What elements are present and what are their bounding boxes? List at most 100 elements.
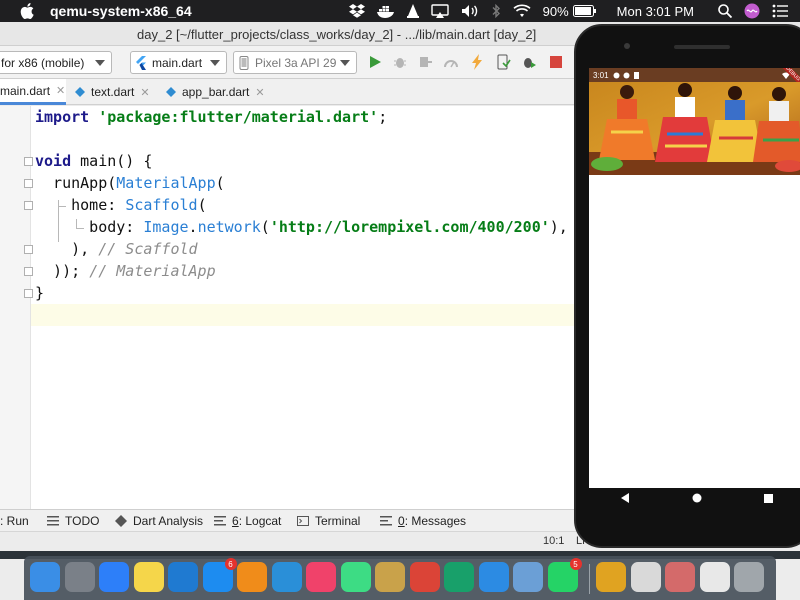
code-line[interactable]: ), // Scaffold [35, 238, 197, 260]
apply-changes-icon[interactable] [496, 54, 512, 70]
hot-reload-icon[interactable] [469, 54, 485, 70]
android-status-time: 3:01 [593, 70, 609, 80]
app-store-icon[interactable]: 6 [202, 558, 237, 592]
notification-badge: 6 [224, 558, 237, 570]
code-line[interactable]: } [35, 282, 44, 304]
tab-main-dart[interactable]: main.dart ✕ [0, 79, 66, 105]
close-icon[interactable]: ✕ [255, 86, 264, 99]
photos-icon[interactable] [665, 562, 695, 592]
recents-icon[interactable] [764, 490, 773, 508]
dropbox-icon[interactable] [348, 4, 365, 18]
code-line[interactable]: )); // MaterialApp [35, 260, 216, 282]
fold-toggle-icon[interactable] [24, 289, 33, 298]
app-name[interactable]: qemu-system-x86_64 [50, 3, 192, 19]
debug-icon[interactable] [392, 54, 408, 70]
code-line[interactable]: home: Scaffold( [35, 194, 206, 216]
messages-tool-button[interactable]: 0: Messages [380, 514, 466, 528]
safari-icon[interactable] [99, 562, 129, 592]
screenshot-icon[interactable] [630, 562, 661, 592]
run-config-label: main.dart [152, 55, 203, 70]
wps-icon[interactable] [596, 562, 626, 592]
android-studio-icon[interactable] [340, 562, 371, 592]
edge-icon[interactable] [271, 562, 302, 592]
run-config-select[interactable]: main.dart [130, 51, 227, 74]
vlc-icon[interactable] [237, 562, 267, 592]
logcat-tool-button[interactable]: 6: Logcat [214, 514, 281, 528]
code-token: )); [35, 262, 90, 280]
siri-icon[interactable] [744, 3, 760, 19]
close-icon[interactable]: ✕ [56, 84, 65, 97]
home-icon[interactable] [692, 490, 702, 508]
wifi-icon[interactable] [513, 4, 531, 18]
whatsapp-icon[interactable]: 5 [547, 558, 582, 592]
airplay-icon[interactable] [430, 4, 449, 18]
vlc-menu-icon[interactable] [406, 4, 419, 18]
fold-toggle-icon[interactable] [24, 201, 33, 210]
fold-toggle-icon[interactable] [24, 267, 33, 276]
android-status-bar: 3:01 DEBUG [589, 68, 800, 89]
list-icon [47, 516, 59, 526]
bluetooth-icon[interactable] [491, 4, 501, 18]
run-tool-button[interactable]: : Run [0, 514, 29, 528]
code-token: main() { [80, 152, 153, 170]
target-device-select[interactable]: for x86 (mobile) [0, 51, 112, 74]
chevron-down-icon [340, 60, 350, 66]
network-image [589, 82, 800, 175]
code-token: ( [260, 218, 270, 236]
code-token: ; [378, 108, 388, 126]
stop-icon[interactable] [548, 54, 564, 70]
apple-menu-icon[interactable] [20, 3, 36, 19]
music-icon[interactable] [306, 562, 336, 592]
messages-icon [380, 516, 392, 526]
code-token: body: [35, 218, 144, 236]
profiler-icon[interactable] [443, 54, 459, 70]
code-token: network [197, 218, 261, 236]
code-token: ( [215, 174, 225, 192]
fold-toggle-icon[interactable] [24, 157, 33, 166]
launchpad-icon[interactable] [64, 562, 95, 592]
docker-icon[interactable] [376, 4, 395, 18]
code-line[interactable]: import 'package:flutter/material.dart'; [35, 106, 387, 128]
clock[interactable]: Mon 3:01 PM [617, 4, 694, 19]
caret-position[interactable]: 10:1 [543, 535, 564, 547]
notes-icon[interactable] [133, 562, 164, 592]
code-line[interactable]: runApp(MaterialApp( [35, 172, 225, 194]
chevron-down-icon [210, 60, 220, 66]
code-line[interactable]: body: Image.network('http://lorempixel.c… [35, 216, 568, 238]
emulator-device-select[interactable]: Pixel 3a API 29 [233, 51, 357, 74]
fold-toggle-icon[interactable] [24, 245, 33, 254]
database-icon[interactable] [375, 562, 405, 592]
code-token: ), [549, 218, 568, 236]
fold-toggle-icon[interactable] [24, 179, 33, 188]
finder-icon[interactable] [30, 562, 60, 592]
debug-run-icon[interactable] [521, 54, 537, 70]
document-icon[interactable] [699, 562, 730, 592]
emulator-screen[interactable]: 3:01 DEBUG [589, 68, 800, 488]
tab-app-bar-dart[interactable]: app_bar.dart ✕ [166, 79, 270, 105]
todo-tool-button[interactable]: TODO [47, 514, 99, 528]
tablet-icon[interactable] [444, 562, 474, 592]
xcode-icon[interactable] [478, 562, 509, 592]
dart-analysis-tool-button[interactable]: Dart Analysis [115, 514, 203, 528]
spotlight-icon[interactable] [718, 4, 732, 18]
notification-center-icon[interactable] [772, 4, 788, 18]
preview-icon[interactable] [513, 562, 543, 592]
dock-separator [589, 564, 590, 594]
battery-icon[interactable] [572, 5, 597, 17]
code-line[interactable]: void main() { [35, 150, 152, 172]
volume-icon[interactable] [461, 4, 479, 18]
back-icon[interactable] [620, 490, 630, 508]
run-icon[interactable] [367, 54, 383, 70]
tab-text-dart[interactable]: text.dart ✕ [75, 79, 161, 105]
android-notification-icons [613, 71, 640, 79]
close-icon[interactable]: ✕ [140, 86, 149, 99]
terminal-icon [297, 516, 309, 526]
trash-icon[interactable] [734, 562, 764, 592]
chrome-icon[interactable] [409, 562, 440, 592]
vscode-icon[interactable] [168, 562, 198, 592]
battery-percent: 90% [542, 3, 569, 19]
code-token: void [35, 152, 81, 170]
terminal-tool-button[interactable]: Terminal [297, 514, 360, 528]
code-token: ), [35, 240, 99, 258]
attach-debugger-icon[interactable] [417, 54, 433, 70]
